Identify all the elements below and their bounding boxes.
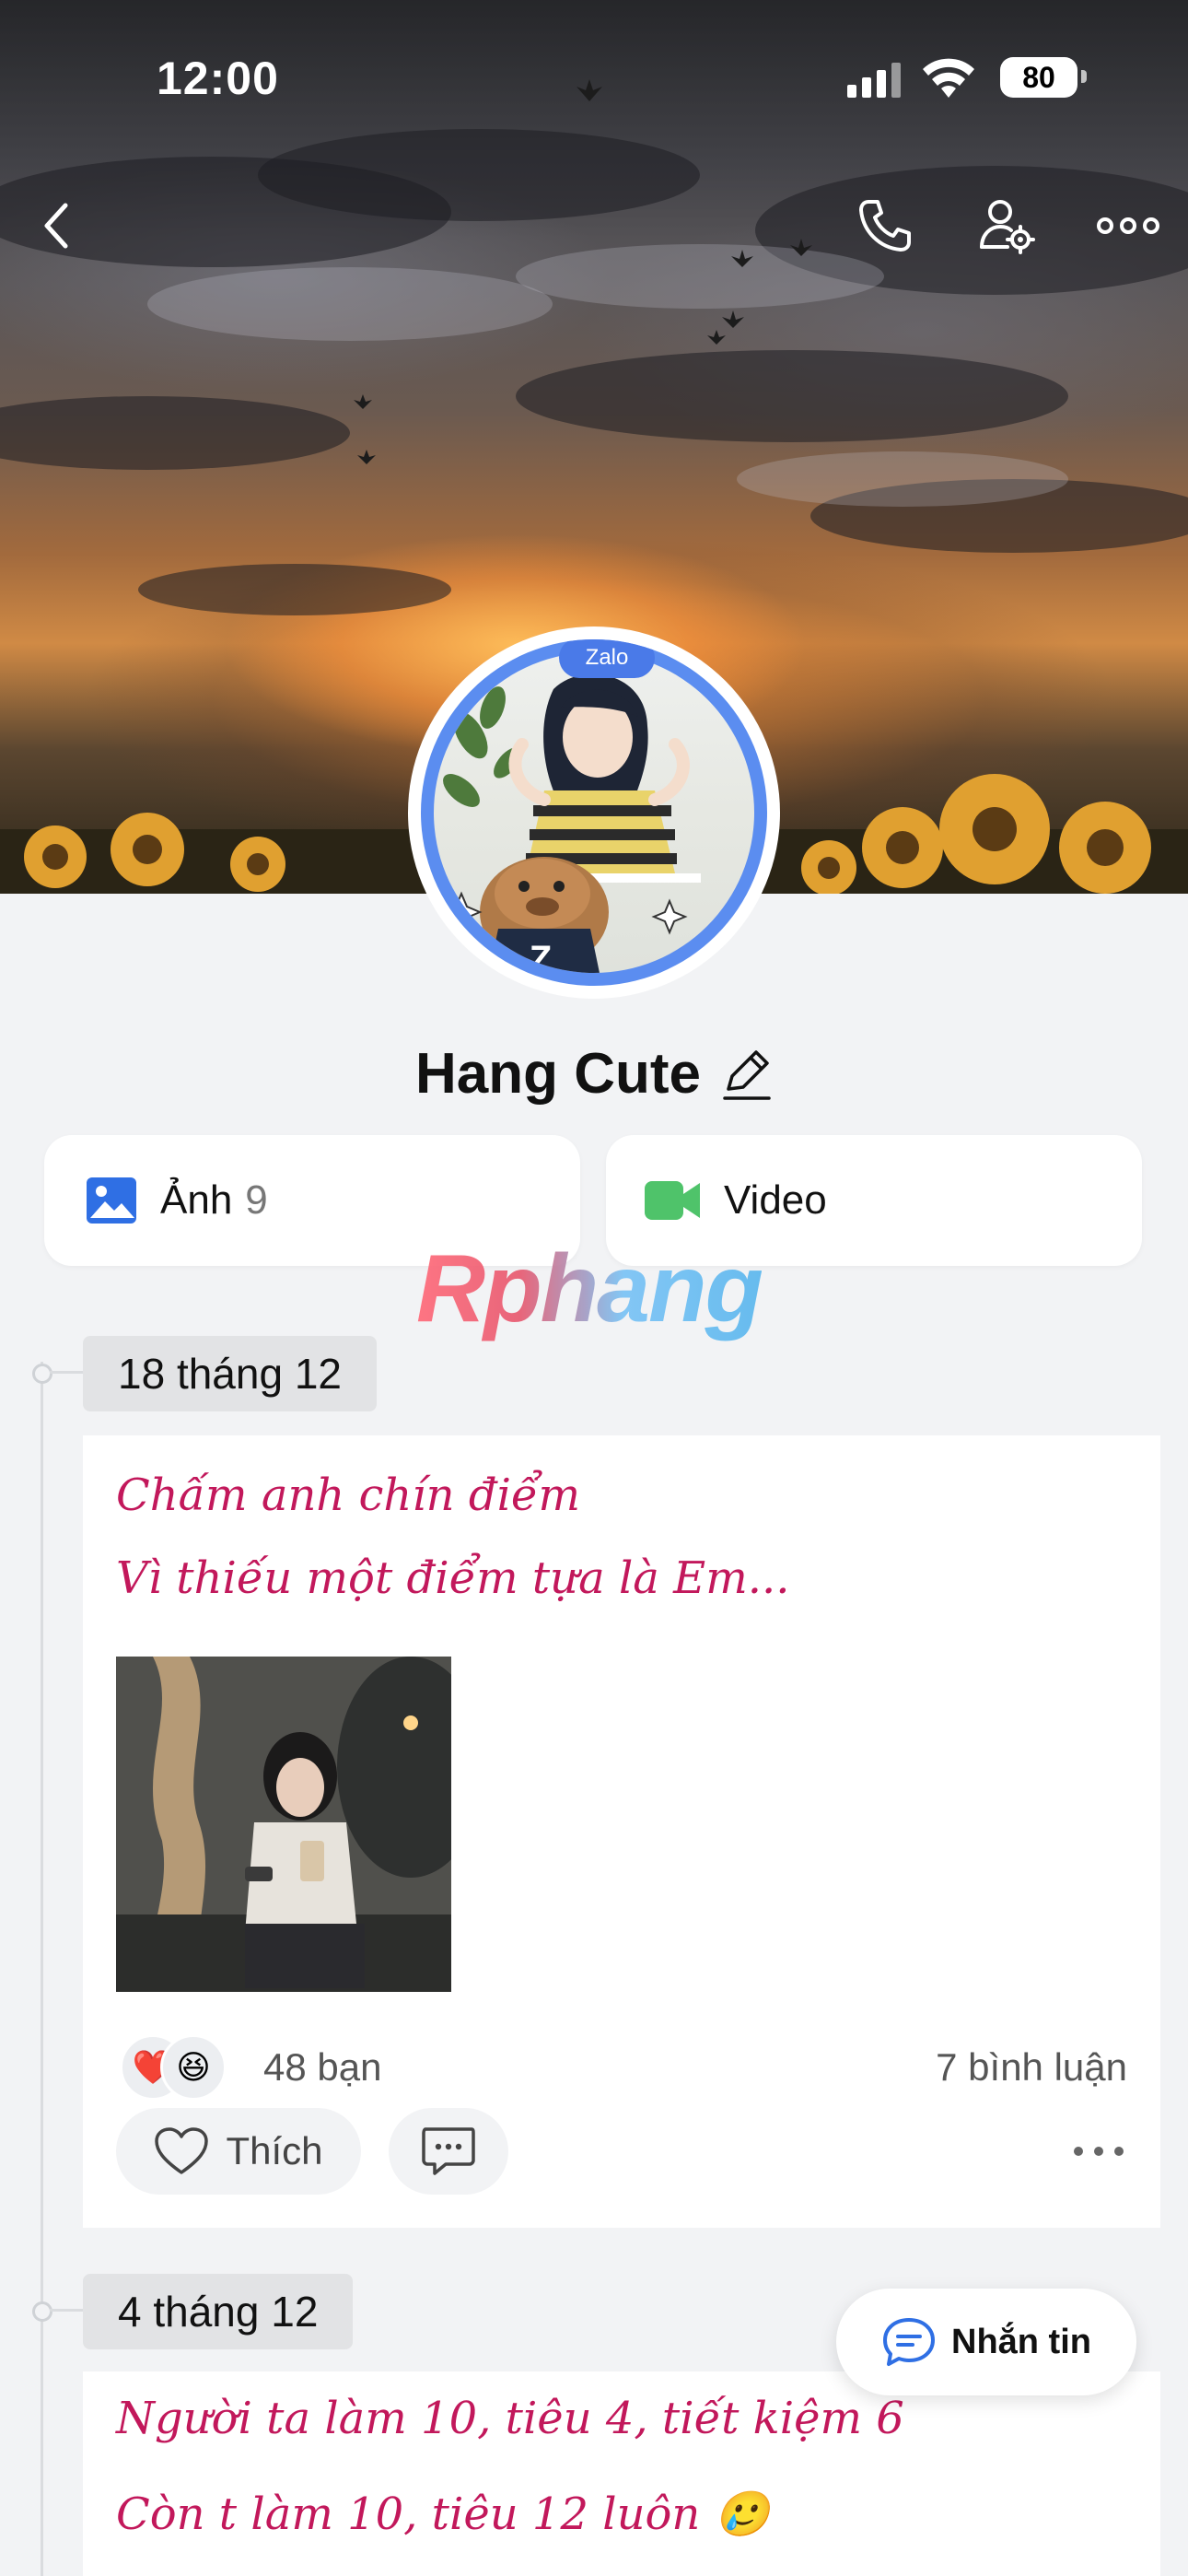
post-text-line: Còn t làm 10, tiêu 12 luôn 🥲 [116, 2488, 770, 2540]
profile-settings-button[interactable] [965, 184, 1048, 267]
like-label: Thích [226, 2129, 323, 2172]
post-more-button[interactable] [1074, 2147, 1124, 2156]
wifi-icon [923, 58, 974, 98]
phone-icon [859, 200, 911, 252]
profile-page: 12:00 80 Z Zalo Hang Cute Ảnh 9 Video Rp… [0, 0, 1188, 2576]
more-horizontal-icon [1097, 217, 1159, 234]
timeline-dot [32, 2301, 52, 2322]
photos-count: 9 [245, 1177, 268, 1223]
send-message-button[interactable]: Nhắn tin [836, 2289, 1136, 2395]
timeline-line [41, 1362, 43, 2576]
post-date-chip: 18 tháng 12 [83, 1336, 378, 1411]
chat-bubble-icon [883, 2318, 935, 2366]
video-camera-icon [645, 1181, 700, 1220]
post-photo-image [116, 1657, 451, 1992]
watermark-logo: Rphang [416, 1235, 763, 1342]
post-text-line: Chấm anh chín điểm [116, 1469, 580, 1521]
more-options-button[interactable] [1087, 184, 1170, 267]
timeline-connector [50, 1371, 83, 1374]
timeline-connector [50, 2309, 83, 2312]
comment-button[interactable] [389, 2108, 508, 2195]
avatar-illustration: Z [440, 673, 701, 973]
chevron-left-icon [44, 203, 68, 249]
avatar-image: Z [434, 652, 754, 973]
pencil-icon[interactable] [721, 1047, 773, 1102]
profile-name: Hang Cute [415, 1042, 701, 1106]
laugh-reaction-icon: 😆 [176, 2048, 211, 2086]
profile-name-row: Hang Cute [0, 1041, 1188, 1107]
post-text-line: Vì thiếu một điểm tựa là Em... [116, 1552, 790, 1604]
comment-icon [422, 2127, 475, 2175]
call-button[interactable] [844, 184, 926, 267]
signal-icon [847, 63, 901, 98]
dot [1114, 2147, 1124, 2156]
profile-avatar[interactable]: Z Zalo [408, 626, 780, 999]
video-label: Video [724, 1177, 827, 1223]
dot [1094, 2147, 1103, 2156]
battery-indicator: 80 [1000, 57, 1077, 98]
like-button[interactable]: Thích [116, 2108, 361, 2195]
comment-count[interactable]: 7 bình luận [936, 2045, 1127, 2090]
dot [1074, 2147, 1083, 2156]
image-icon [87, 1177, 136, 1224]
back-button[interactable] [15, 184, 98, 267]
post-text-line: Người ta làm 10, tiêu 4, tiết kiệm 6 [116, 2393, 904, 2444]
post-card[interactable]: Chấm anh chín điểm Vì thiếu một điểm tựa… [83, 1435, 1160, 2228]
status-time: 12:00 [157, 53, 279, 104]
user-gear-icon [980, 200, 1035, 254]
photos-label: Ảnh [160, 1177, 233, 1223]
send-message-label: Nhắn tin [951, 2322, 1091, 2361]
post-date-chip: 4 tháng 12 [83, 2274, 354, 2349]
reaction-laugh[interactable]: 😆 [160, 2034, 227, 2101]
battery-cap [1081, 70, 1087, 83]
timeline-dot [32, 1364, 52, 1384]
reaction-count[interactable]: 48 bạn [263, 2045, 381, 2090]
svg-text:Z: Z [530, 939, 552, 973]
avatar-frame: Z Zalo [421, 639, 767, 986]
zalo-badge: Zalo [559, 639, 655, 678]
heart-outline-icon [155, 2127, 209, 2174]
post-card[interactable]: Người ta làm 10, tiêu 4, tiết kiệm 6 Còn… [83, 2371, 1160, 2576]
post-photo[interactable] [116, 1657, 451, 1992]
